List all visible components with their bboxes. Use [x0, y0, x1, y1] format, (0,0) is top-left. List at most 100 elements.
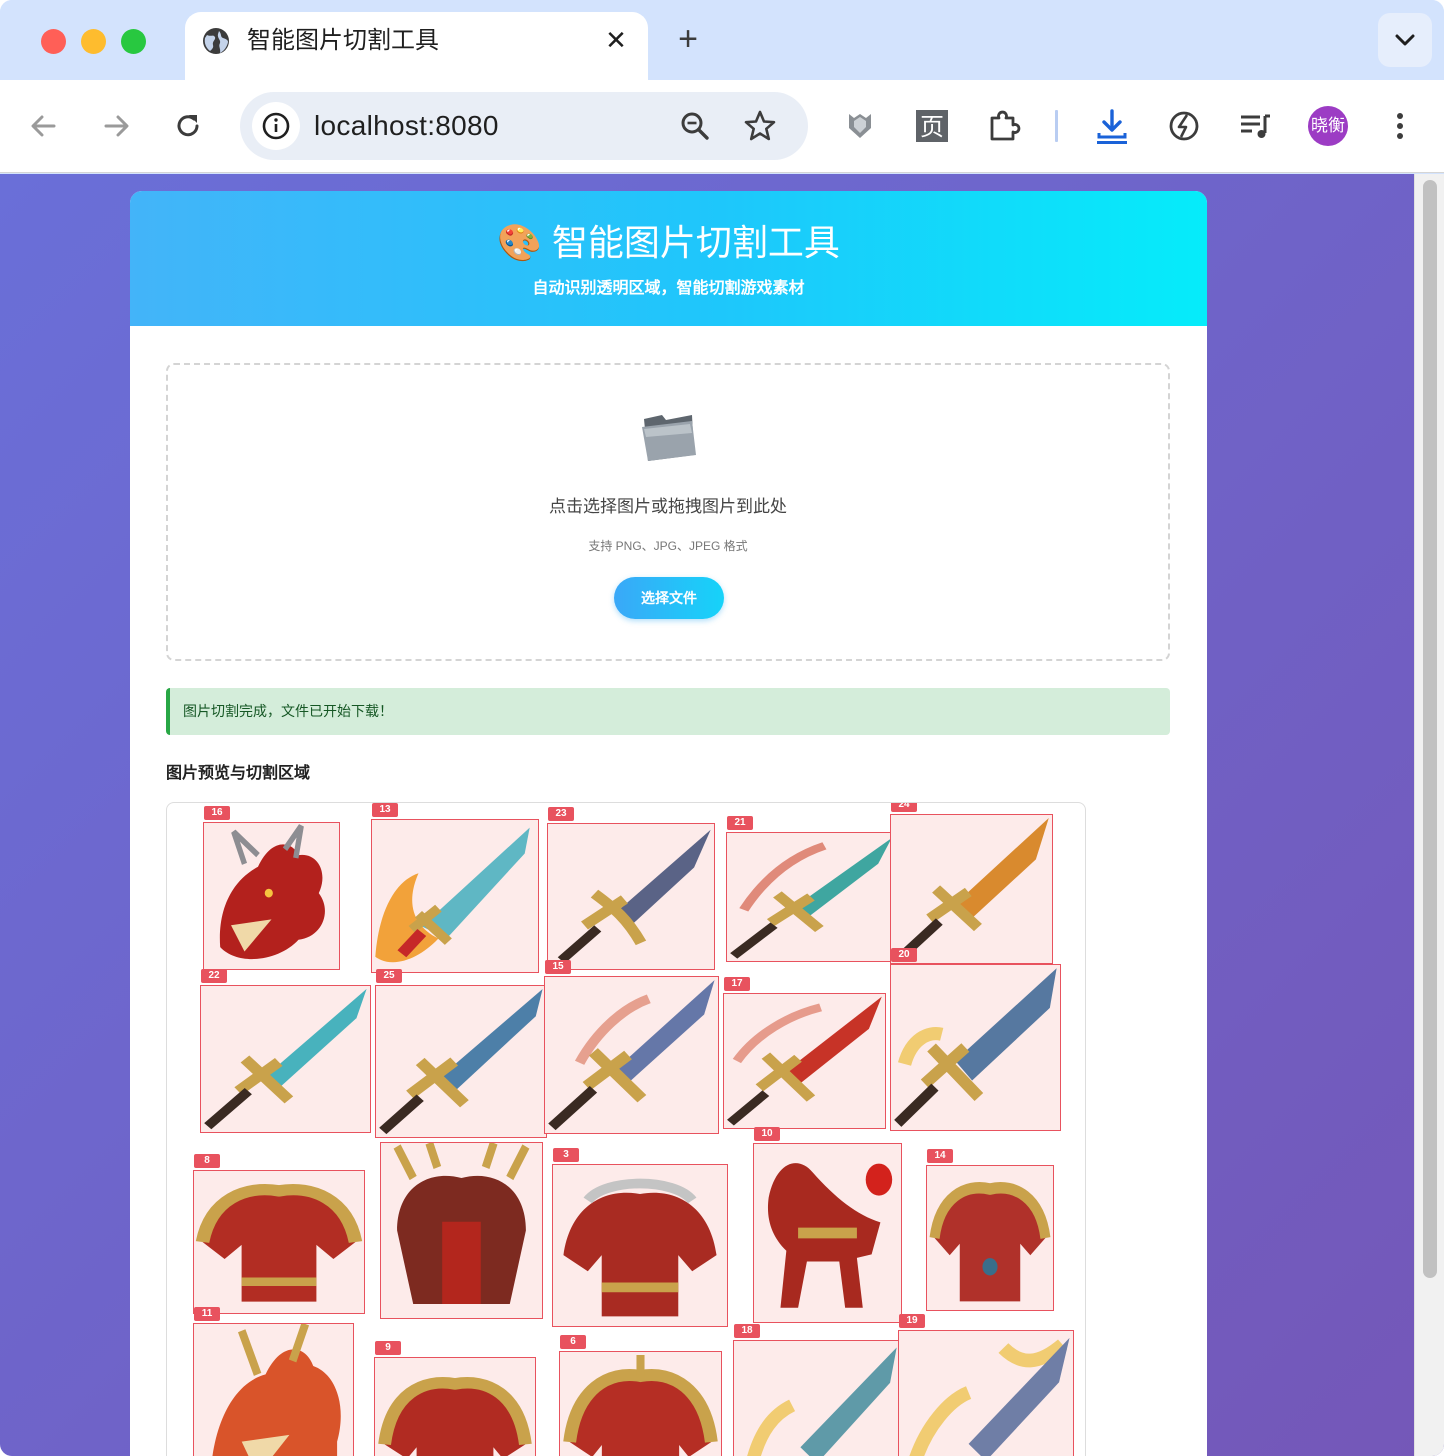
qilin-beast-thumbnail	[767, 1163, 893, 1308]
royal-armor-thumbnail	[563, 1178, 717, 1317]
new-tab-button[interactable]: +	[670, 22, 706, 58]
flame-sword-thumbnail	[375, 827, 530, 963]
crop-region-23: 23	[547, 807, 715, 970]
crop-label-8: 8	[194, 1154, 220, 1168]
success-alert: 图片切割完成，文件已开始下载！	[166, 688, 1170, 735]
app-header: 🎨 智能图片切割工具 自动识别透明区域，智能切割游戏素材	[130, 191, 1207, 326]
globe-icon	[203, 28, 229, 54]
close-window-button[interactable]	[41, 29, 66, 54]
leaf-extension-icon[interactable]	[1164, 106, 1204, 146]
steel-sword-thumbnail	[548, 980, 715, 1131]
tab-strip: 智能图片切割工具 ✕ +	[0, 0, 1444, 80]
dragon-head-thumbnail	[219, 824, 325, 960]
page-extension-icon[interactable]: 页	[912, 106, 952, 146]
cyan-sword-thumbnail	[204, 988, 367, 1130]
crop-label-15: 15	[545, 960, 571, 974]
palette-icon: 🎨	[497, 222, 542, 263]
crop-region-10: 10	[753, 1127, 902, 1323]
crop-region-11: 11	[193, 1307, 354, 1456]
chevron-down-icon	[1395, 34, 1415, 46]
crop-label-14: 14	[927, 1149, 953, 1163]
minimize-window-button[interactable]	[81, 29, 106, 54]
zoom-icon[interactable]	[677, 108, 713, 144]
url-text: localhost:8080	[314, 110, 499, 141]
reload-icon[interactable]	[168, 106, 208, 146]
crop-region-14: 14	[926, 1149, 1054, 1311]
scrollbar-thumb[interactable]	[1423, 180, 1437, 1278]
upload-dropzone[interactable]: 点击选择图片或拖拽图片到此处 支持 PNG、JPG、JPEG 格式 选择文件	[166, 363, 1170, 661]
choose-file-button[interactable]: 选择文件	[614, 577, 724, 619]
red-armor-thumbnail	[195, 1184, 363, 1302]
profile-avatar[interactable]: 晓衡	[1308, 106, 1348, 146]
crop-label-20: 20	[891, 948, 917, 962]
crop-label-6: 6	[560, 1335, 586, 1349]
upload-prompt: 点击选择图片或拖拽图片到此处	[549, 497, 787, 516]
crop-region-21: 21	[726, 816, 896, 962]
folder-icon	[642, 415, 696, 461]
extensions-puzzle-icon[interactable]	[984, 106, 1024, 146]
crop-region-8: 8	[193, 1154, 365, 1314]
address-bar[interactable]: localhost:8080	[240, 92, 808, 160]
crop-label-19: 19	[899, 1314, 925, 1328]
crop-region-19: 19	[898, 1314, 1074, 1456]
crop-region-10-armor	[380, 1142, 543, 1319]
download-icon[interactable]	[1092, 106, 1132, 146]
toolbar-separator	[1055, 110, 1058, 142]
site-info-button[interactable]	[252, 102, 300, 150]
crop-region-16: 16	[203, 806, 340, 970]
crop-region-3: 3	[552, 1148, 728, 1327]
bookmark-star-icon[interactable]	[742, 108, 778, 144]
crop-label-23: 23	[548, 807, 574, 821]
flame-blade-thumbnail	[747, 1347, 897, 1456]
crop-label-18: 18	[734, 1324, 760, 1338]
page-viewport: 🎨 智能图片切割工具 自动识别透明区域，智能切割游戏素材 点击选择图片或拖拽图片…	[0, 174, 1444, 1456]
fire-dragon-thumbnail	[212, 1324, 341, 1456]
dark-sword-thumbnail	[557, 829, 711, 964]
preview-section-title: 图片预览与切割区域	[166, 765, 311, 782]
tab-active[interactable]: 智能图片切割工具 ✕	[185, 12, 648, 80]
crop-region-13: 13	[371, 803, 539, 973]
browser-window: 智能图片切割工具 ✕ + localhost:8080 页 晓衡 🎨 智能图片切…	[0, 0, 1444, 1456]
azure-sword-thumbnail	[894, 968, 1057, 1127]
lamellar-armor-thumbnail	[929, 1182, 1051, 1302]
horned-armor-thumbnail	[393, 1143, 530, 1304]
golden-sword-thumbnail	[897, 817, 1049, 961]
menu-icon[interactable]	[1380, 106, 1420, 146]
crop-label-16: 16	[204, 806, 230, 820]
page-subtitle: 自动识别透明区域，智能切割游戏素材	[532, 280, 805, 297]
crop-region-17: 17	[723, 977, 886, 1129]
crop-label-21: 21	[727, 816, 753, 830]
scale-armor-thumbnail	[378, 1377, 532, 1456]
crop-label-13: 13	[372, 803, 398, 817]
crop-label-22: 22	[201, 969, 227, 983]
page-title-text: 智能图片切割工具	[551, 222, 840, 263]
back-icon[interactable]	[24, 106, 64, 146]
tab-title: 智能图片切割工具	[247, 27, 439, 54]
crop-region-18: 18	[733, 1324, 901, 1456]
crop-label-10: 10	[754, 1127, 780, 1141]
crop-label-9: 9	[375, 1341, 401, 1355]
browser-toolbar: localhost:8080 页 晓衡	[0, 80, 1444, 173]
crop-region-20: 20	[890, 948, 1061, 1131]
upload-formats: 支持 PNG、JPG、JPEG 格式	[588, 539, 748, 553]
crop-label-17: 17	[724, 977, 750, 991]
shield-extension-icon[interactable]	[840, 106, 880, 146]
page-title: 🎨 智能图片切割工具	[130, 221, 1207, 265]
crimson-armor-thumbnail	[563, 1355, 718, 1456]
maximize-window-button[interactable]	[121, 29, 146, 54]
preview-canvas: 16 13 23 21 24 22 25 15 17 20 8 3 10 14 …	[166, 802, 1086, 1456]
crop-label-24: 24	[891, 803, 917, 812]
crop-region-15: 15	[544, 960, 719, 1134]
site-info-icon	[262, 112, 290, 140]
media-control-icon[interactable]	[1236, 106, 1276, 146]
crop-region-25: 25	[375, 969, 547, 1138]
page-scrollbar[interactable]	[1414, 174, 1444, 1456]
success-message: 图片切割完成，文件已开始下载！	[183, 703, 393, 719]
crop-region-22: 22	[200, 969, 371, 1133]
crop-label-25: 25	[376, 969, 402, 983]
tab-search-button[interactable]	[1378, 13, 1432, 67]
forward-icon[interactable]	[96, 106, 136, 146]
tab-close-icon[interactable]: ✕	[601, 26, 631, 56]
crop-label-3: 3	[553, 1148, 579, 1162]
svg-text:页: 页	[920, 113, 944, 141]
